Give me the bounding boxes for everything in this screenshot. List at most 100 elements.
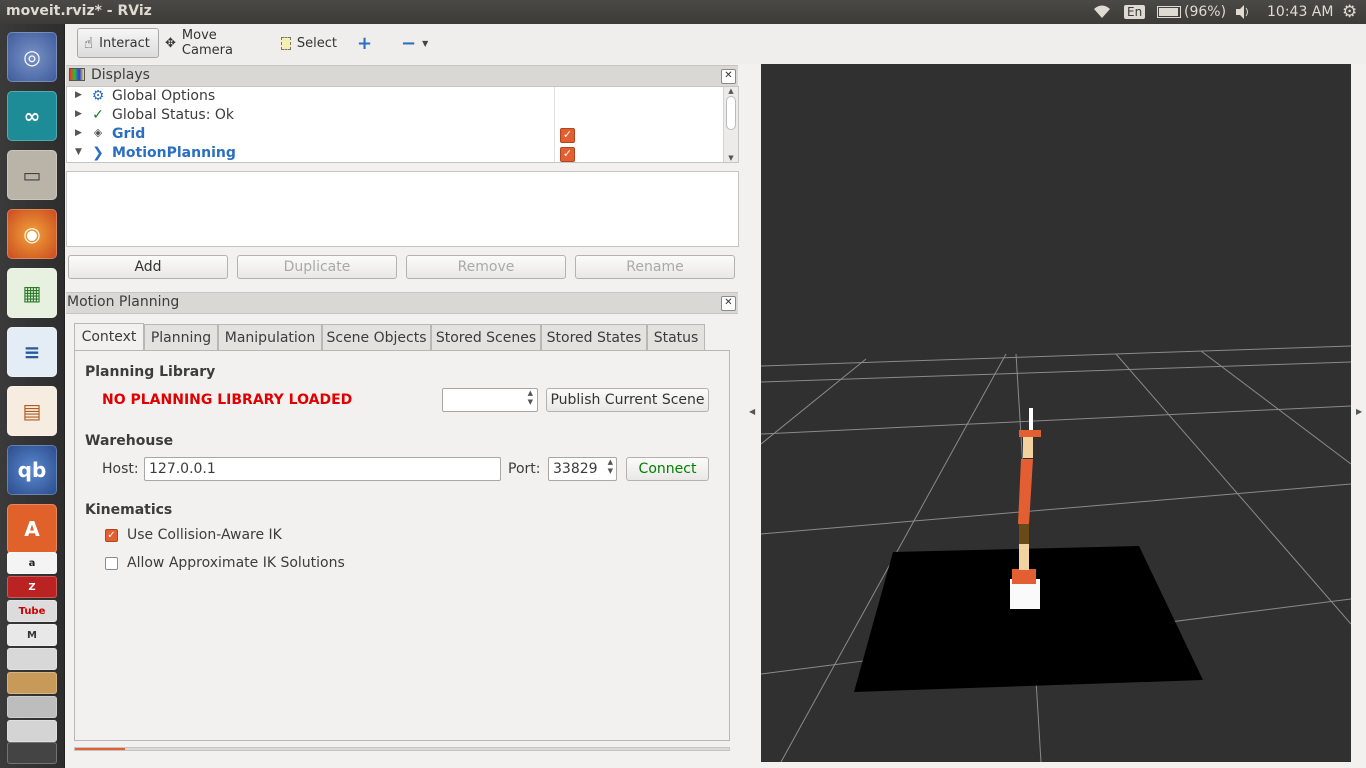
top-panel: moveit.rviz* - RViz En (96%) 10:43 AM ⚙ xyxy=(0,0,1366,24)
scrollbar-thumb[interactable] xyxy=(726,96,736,130)
tree-item-global-options[interactable]: ▶ ⚙ Global Options xyxy=(67,88,722,107)
host-label: Host: xyxy=(102,461,139,477)
remove-display-button[interactable]: Remove xyxy=(406,255,566,279)
amazon-icon[interactable]: a xyxy=(7,552,57,574)
libreoffice-writer-icon[interactable]: ≡ xyxy=(7,327,57,377)
spinner-arrows-icon: ▲ ▼ xyxy=(527,389,533,406)
right-splitter-arrow-icon[interactable]: ▶ xyxy=(1356,407,1362,416)
tree-item-label: MotionPlanning xyxy=(112,145,236,161)
host-input[interactable]: 127.0.0.1 xyxy=(144,457,501,481)
qbittorrent-icon[interactable]: qb xyxy=(7,445,57,495)
tree-item-global-status[interactable]: ▶ ✓ Global Status: Ok xyxy=(67,107,722,126)
battery-indicator[interactable]: (96%) xyxy=(1157,0,1226,24)
move-camera-tool-button[interactable]: ✥ Move Camera xyxy=(159,28,269,58)
text-editor-icon[interactable] xyxy=(7,648,57,670)
plus-icon: + xyxy=(357,32,373,54)
ubuntu-dash-icon[interactable]: ◎ xyxy=(7,32,57,82)
arduino-icon[interactable]: ∞ xyxy=(7,91,57,141)
software-center-icon[interactable]: A xyxy=(7,504,57,554)
select-tool-button[interactable]: Select xyxy=(275,28,343,58)
expand-arrow-icon[interactable]: ▶ xyxy=(75,128,82,138)
warehouse-heading: Warehouse xyxy=(85,433,174,449)
remove-tool-menu-button[interactable]: − ▼ xyxy=(395,28,433,58)
move-camera-label: Move Camera xyxy=(181,28,233,58)
hand-pointer-icon: ☝ xyxy=(84,34,94,52)
scroll-up-icon[interactable]: ▲ xyxy=(724,87,738,95)
displays-close-icon[interactable]: ✕ xyxy=(721,69,736,84)
expand-arrow-icon[interactable]: ▶ xyxy=(75,109,82,119)
terminal-icon[interactable] xyxy=(7,742,57,764)
spinner-arrows-icon[interactable]: ▲ ▼ xyxy=(608,458,613,476)
left-splitter-arrow-icon[interactable]: ◀ xyxy=(749,407,755,416)
tree-scrollbar[interactable]: ▲ ▼ xyxy=(723,87,738,162)
youtube-icon[interactable]: Tube xyxy=(7,600,57,622)
libreoffice-calc-icon[interactable]: ▦ xyxy=(7,268,57,318)
motion-planning-icon: ❯ xyxy=(92,145,104,161)
window-title: moveit.rviz* - RViz xyxy=(6,3,152,19)
collapse-arrow-icon[interactable]: ▼ xyxy=(75,147,82,157)
motion-planning-panel-header: Motion Planning ✕ xyxy=(66,292,738,314)
gear-icon: ⚙ xyxy=(91,88,105,104)
tree-item-motion-planning[interactable]: ▼ ❯ MotionPlanning ✓ xyxy=(67,145,722,164)
scroll-down-icon[interactable]: ▼ xyxy=(724,154,738,162)
duplicate-display-button[interactable]: Duplicate xyxy=(237,255,397,279)
motion-planning-title: Motion Planning xyxy=(67,294,180,310)
add-tool-button[interactable]: + xyxy=(351,28,379,58)
youtube-label: Tube xyxy=(18,605,46,617)
displays-tree: ▶ ⚙ Global Options ▶ ✓ Global Status: Ok… xyxy=(66,86,739,163)
firefox-icon[interactable]: ◉ xyxy=(7,209,57,259)
clock[interactable]: 10:43 AM xyxy=(1267,0,1333,24)
grid-icon: ◈ xyxy=(93,126,103,139)
tab-scene-objects[interactable]: Scene Objects xyxy=(322,324,431,351)
planning-library-status: NO PLANNING LIBRARY LOADED xyxy=(102,392,353,408)
checkmark-icon: ✓ xyxy=(92,107,104,123)
book-icon[interactable] xyxy=(7,672,57,694)
display-description-box xyxy=(66,171,739,247)
planner-select[interactable]: ▲ ▼ xyxy=(442,388,538,412)
kinematics-heading: Kinematics xyxy=(85,502,173,518)
collision-aware-ik-label: Use Collision-Aware IK xyxy=(127,527,282,543)
port-spinbox[interactable]: 33829 ▲ ▼ xyxy=(548,457,617,481)
tree-item-label: Global Status: Ok xyxy=(112,107,235,123)
scene-render xyxy=(761,345,1351,762)
libreoffice-impress-icon[interactable]: ▤ xyxy=(7,386,57,436)
clock-time: 10:43 AM xyxy=(1267,4,1334,20)
collision-aware-ik-checkbox[interactable]: ✓ xyxy=(105,529,118,542)
motion-planning-close-icon[interactable]: ✕ xyxy=(721,296,736,311)
wifi-icon[interactable] xyxy=(1092,0,1112,24)
select-label: Select xyxy=(296,35,337,51)
keyboard-indicator[interactable]: En xyxy=(1124,0,1146,24)
settings-gear-icon[interactable]: ⚙ xyxy=(1342,0,1357,24)
battery-percent: (96%) xyxy=(1184,4,1227,20)
motion-planning-enabled-checkbox[interactable]: ✓ xyxy=(560,147,575,162)
stack-icon[interactable] xyxy=(7,720,57,742)
approximate-ik-checkbox[interactable] xyxy=(105,557,118,570)
grid-enabled-checkbox[interactable]: ✓ xyxy=(560,128,575,143)
launcher: ◎ ∞ ▭ ◉ ▦ ≡ ▤ qb A a Z Tube M xyxy=(0,24,65,768)
tree-item-label: Grid xyxy=(112,126,146,142)
tree-item-grid[interactable]: ▶ ◈ Grid ✓ xyxy=(67,126,722,145)
interact-tool-button[interactable]: ☝ Interact xyxy=(77,28,159,58)
publish-current-scene-button[interactable]: Publish Current Scene xyxy=(546,388,709,412)
tab-context[interactable]: Context xyxy=(74,323,144,351)
drive-icon[interactable] xyxy=(7,696,57,718)
volume-icon[interactable] xyxy=(1234,0,1252,24)
port-label: Port: xyxy=(508,461,541,477)
rename-display-button[interactable]: Rename xyxy=(575,255,735,279)
tab-stored-states[interactable]: Stored States xyxy=(541,324,647,351)
app-red-icon[interactable]: Z xyxy=(7,576,57,598)
add-display-button[interactable]: Add xyxy=(68,255,228,279)
port-value: 33829 xyxy=(553,461,598,477)
tab-status[interactable]: Status xyxy=(647,324,705,351)
battery-icon xyxy=(1157,6,1181,18)
3d-viewport[interactable] xyxy=(761,64,1351,762)
tab-manipulation[interactable]: Manipulation xyxy=(218,324,322,351)
file-manager-icon[interactable]: ▭ xyxy=(7,150,57,200)
tab-planning[interactable]: Planning xyxy=(144,324,218,351)
tab-stored-scenes[interactable]: Stored Scenes xyxy=(431,324,541,351)
expand-arrow-icon[interactable]: ▶ xyxy=(75,90,82,100)
gmail-icon[interactable]: M xyxy=(7,624,57,646)
keyboard-layout-label: En xyxy=(1124,5,1146,19)
connect-button[interactable]: Connect xyxy=(626,457,709,481)
interact-label: Interact xyxy=(99,35,150,51)
